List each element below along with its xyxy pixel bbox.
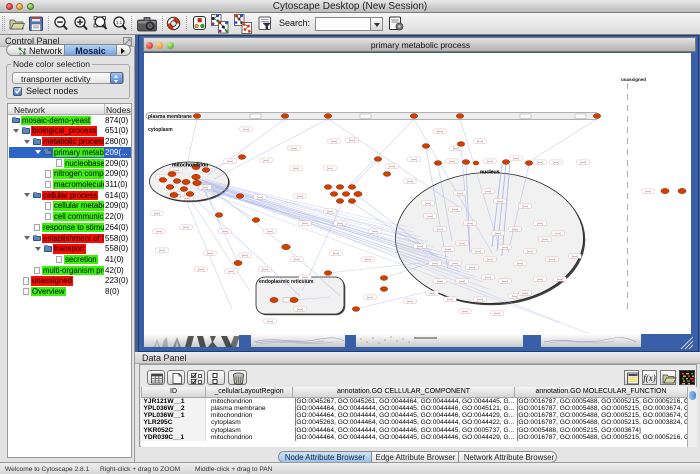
svg-text:(•••): (•••) — [198, 267, 204, 271]
svg-text:(•••): (•••) — [302, 275, 308, 279]
svg-text:(•••): (•••) — [337, 221, 343, 225]
svg-text:(•••): (•••) — [207, 251, 213, 255]
svg-text:(•••): (•••) — [365, 257, 371, 261]
svg-text:(•••): (•••) — [372, 229, 378, 233]
svg-text:(•••): (•••) — [459, 241, 465, 245]
svg-text:(•••): (•••) — [407, 179, 413, 183]
svg-text:(•••): (•••) — [263, 158, 269, 162]
svg-text:(•••): (•••) — [242, 253, 248, 257]
svg-text:(•••): (•••) — [389, 164, 395, 168]
svg-text:(•••): (•••) — [432, 261, 438, 265]
svg-text:(•••): (•••) — [184, 196, 190, 200]
svg-text:(•••): (•••) — [427, 214, 433, 218]
svg-text:(•••): (•••) — [512, 227, 518, 231]
svg-text:endoplasmic reticulum: endoplasmic reticulum — [259, 279, 314, 285]
svg-text:(•••): (•••) — [549, 257, 555, 261]
svg-text:(•••): (•••) — [459, 279, 465, 283]
svg-text:(•••): (•••) — [267, 319, 273, 323]
svg-text:(•••): (•••) — [159, 248, 165, 252]
svg-text:(•••): (•••) — [502, 245, 508, 249]
svg-text:(•••): (•••) — [467, 221, 473, 225]
svg-text:(•••): (•••) — [462, 309, 468, 313]
svg-text:(•••): (•••) — [494, 311, 500, 315]
svg-text:(•••): (•••) — [452, 261, 458, 265]
svg-text:(•••): (•••) — [553, 160, 559, 164]
svg-text:(•••): (•••) — [262, 267, 268, 271]
svg-text:(•••): (•••) — [557, 277, 563, 281]
svg-text:(•••): (•••) — [327, 166, 333, 170]
svg-text:(•••): (•••) — [222, 229, 228, 233]
svg-text:(•••): (•••) — [297, 194, 303, 198]
svg-text:1:1: 1:1 — [116, 20, 123, 25]
svg-text:(•••): (•••) — [645, 189, 651, 193]
svg-text:(•••): (•••) — [537, 160, 543, 164]
svg-text:(•••): (•••) — [522, 204, 528, 208]
svg-text:(•••): (•••) — [367, 295, 373, 299]
svg-text:(•••): (•••) — [445, 247, 451, 251]
svg-text:(•••): (•••) — [555, 231, 561, 235]
svg-text:(•••): (•••) — [452, 207, 458, 211]
svg-text:(•••): (•••) — [497, 199, 503, 203]
svg-text:(•••): (•••) — [487, 257, 493, 261]
svg-text:(•••): (•••) — [267, 229, 273, 233]
svg-text:(•••): (•••) — [257, 195, 263, 199]
svg-text:(•••): (•••) — [183, 225, 189, 229]
svg-text:(•••): (•••) — [293, 166, 299, 170]
svg-text:(•••): (•••) — [477, 297, 483, 301]
svg-text:(•••): (•••) — [302, 221, 308, 225]
svg-text:(•••): (•••) — [522, 291, 528, 295]
svg-text:(•••): (•••) — [449, 159, 455, 163]
svg-text:(•••): (•••) — [202, 185, 208, 189]
svg-text:(•••): (•••) — [349, 138, 355, 142]
svg-text:(•••): (•••) — [572, 254, 578, 258]
svg-text:(•••): (•••) — [437, 129, 443, 133]
svg-text:plasma membrane: plasma membrane — [148, 114, 192, 120]
svg-text:(•••): (•••) — [411, 157, 417, 161]
svg-text:(•••): (•••) — [417, 244, 423, 248]
svg-text:(•••): (•••) — [485, 189, 491, 193]
svg-text:(•••): (•••) — [513, 156, 519, 160]
svg-text:(•••): (•••) — [502, 279, 508, 283]
svg-text:(•••): (•••) — [517, 261, 523, 265]
svg-text:(•••): (•••) — [327, 209, 333, 213]
svg-text:(•••): (•••) — [537, 221, 543, 225]
svg-text:(•••): (•••) — [154, 211, 160, 215]
svg-text:(•••): (•••) — [156, 229, 162, 233]
svg-text:(•••): (•••) — [291, 146, 297, 150]
svg-text:(•••): (•••) — [453, 146, 459, 150]
svg-text:(•••): (•••) — [333, 251, 339, 255]
svg-text:(•••): (•••) — [457, 191, 463, 195]
svg-text:(•••): (•••) — [475, 249, 481, 253]
svg-text:(•••): (•••) — [495, 231, 501, 235]
svg-text:(•••): (•••) — [542, 237, 548, 241]
svg-text:(•••): (•••) — [487, 159, 493, 163]
svg-text:(•••): (•••) — [437, 227, 443, 231]
svg-text:nucleus: nucleus — [480, 170, 500, 176]
svg-text:(•••): (•••) — [228, 269, 234, 273]
svg-text:unassigned: unassigned — [621, 77, 646, 82]
svg-text:(•••): (•••) — [407, 299, 413, 303]
svg-text:(•••): (•••) — [331, 139, 337, 143]
svg-text:(•••): (•••) — [437, 279, 443, 283]
svg-text:(•••): (•••) — [527, 249, 533, 253]
svg-text:(•••): (•••) — [429, 291, 435, 295]
svg-text:(•••): (•••) — [447, 297, 453, 301]
svg-text:(•••): (•••) — [537, 277, 543, 281]
svg-text:(•••): (•••) — [243, 127, 249, 131]
svg-text:(•••): (•••) — [425, 201, 431, 205]
svg-text:(•••): (•••) — [297, 307, 303, 311]
svg-text:mitochondrion: mitochondrion — [172, 163, 208, 169]
svg-text:(•••): (•••) — [485, 275, 491, 279]
svg-text:(•••): (•••) — [477, 139, 483, 143]
svg-text:cytoplasm: cytoplasm — [148, 127, 173, 133]
svg-text:(•••): (•••) — [227, 159, 233, 163]
svg-text:(•••): (•••) — [469, 265, 475, 269]
svg-text:(•••): (•••) — [294, 257, 300, 261]
svg-text:(•••): (•••) — [580, 160, 586, 164]
svg-text:(•••): (•••) — [512, 294, 518, 298]
